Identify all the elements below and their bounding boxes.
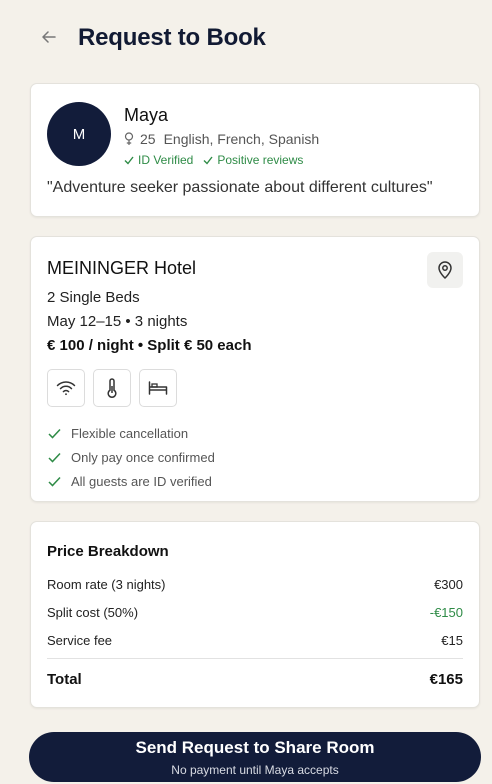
bed-icon bbox=[148, 381, 168, 395]
perk-item: All guests are ID verified bbox=[47, 469, 215, 493]
perk-label: Flexible cancellation bbox=[71, 425, 189, 441]
badge-id-verified: ID Verified bbox=[124, 153, 193, 167]
price-row-value: -€150 bbox=[429, 605, 463, 620]
host-age: 25 bbox=[140, 131, 156, 147]
send-request-label: Send Request to Share Room bbox=[135, 738, 375, 757]
hotel-dates: May 12–15 • 3 nights bbox=[47, 313, 188, 330]
host-quote: "Adventure seeker passionate about diffe… bbox=[47, 179, 433, 196]
total-label: Total bbox=[47, 671, 82, 688]
hotel-name: MEININGER Hotel bbox=[47, 258, 197, 278]
check-icon bbox=[48, 452, 61, 463]
map-pin-icon bbox=[438, 261, 452, 279]
amenities-list bbox=[47, 369, 177, 407]
hotel-card: MEININGER Hotel 2 Single Beds May 12–15 … bbox=[30, 236, 480, 502]
amenity-bed bbox=[139, 369, 177, 407]
price-row: Service fee €15 bbox=[47, 633, 463, 648]
price-breakdown-card: Price Breakdown Room rate (3 nights) €30… bbox=[30, 521, 480, 708]
badge-positive-reviews: Positive reviews bbox=[203, 153, 303, 167]
amenity-heating bbox=[93, 369, 131, 407]
send-request-sublabel: No payment until Maya accepts bbox=[171, 763, 339, 777]
thermometer-icon bbox=[107, 378, 117, 398]
perk-item: Flexible cancellation bbox=[47, 421, 215, 445]
check-icon bbox=[124, 156, 134, 165]
page-title: Request to Book bbox=[78, 24, 266, 51]
price-row-value: €15 bbox=[441, 633, 463, 648]
perk-item: Only pay once confirmed bbox=[47, 445, 215, 469]
check-icon bbox=[203, 156, 213, 165]
host-card: M Maya 25 English, French, Spanish ID Ve… bbox=[30, 83, 480, 217]
check-icon bbox=[48, 476, 61, 487]
amenity-wifi bbox=[47, 369, 85, 407]
wifi-icon bbox=[56, 381, 76, 396]
perks-list: Flexible cancellation Only pay once conf… bbox=[47, 421, 215, 493]
host-meta: 25 English, French, Spanish bbox=[124, 131, 319, 147]
avatar: M bbox=[47, 102, 111, 166]
map-button[interactable] bbox=[427, 252, 463, 288]
header: Request to Book bbox=[0, 0, 492, 80]
perk-label: All guests are ID verified bbox=[71, 473, 212, 489]
arrow-left-icon bbox=[42, 31, 56, 43]
perk-label: Only pay once confirmed bbox=[71, 449, 215, 465]
host-name: Maya bbox=[124, 105, 169, 125]
price-row-label: Room rate (3 nights) bbox=[47, 577, 166, 592]
price-row-label: Split cost (50%) bbox=[47, 605, 139, 620]
badge-label: ID Verified bbox=[138, 153, 194, 167]
price-breakdown-title: Price Breakdown bbox=[47, 543, 169, 560]
total-value: €165 bbox=[429, 671, 463, 688]
back-button[interactable] bbox=[38, 26, 60, 48]
send-request-button[interactable]: Send Request to Share Room No payment un… bbox=[29, 732, 481, 782]
total-row: Total €165 bbox=[47, 671, 463, 688]
divider bbox=[47, 658, 463, 659]
price-row: Room rate (3 nights) €300 bbox=[47, 577, 463, 592]
hotel-beds: 2 Single Beds bbox=[47, 289, 140, 306]
female-icon bbox=[124, 132, 134, 146]
host-languages: English, French, Spanish bbox=[163, 131, 320, 147]
price-row-value: €300 bbox=[434, 577, 463, 592]
host-badges: ID Verified Positive reviews bbox=[124, 153, 303, 167]
hotel-price: € 100 / night • Split € 50 each bbox=[47, 337, 252, 354]
price-row: Split cost (50%) -€150 bbox=[47, 605, 463, 620]
check-icon bbox=[48, 428, 61, 439]
price-row-label: Service fee bbox=[47, 633, 113, 648]
badge-label: Positive reviews bbox=[217, 153, 304, 167]
